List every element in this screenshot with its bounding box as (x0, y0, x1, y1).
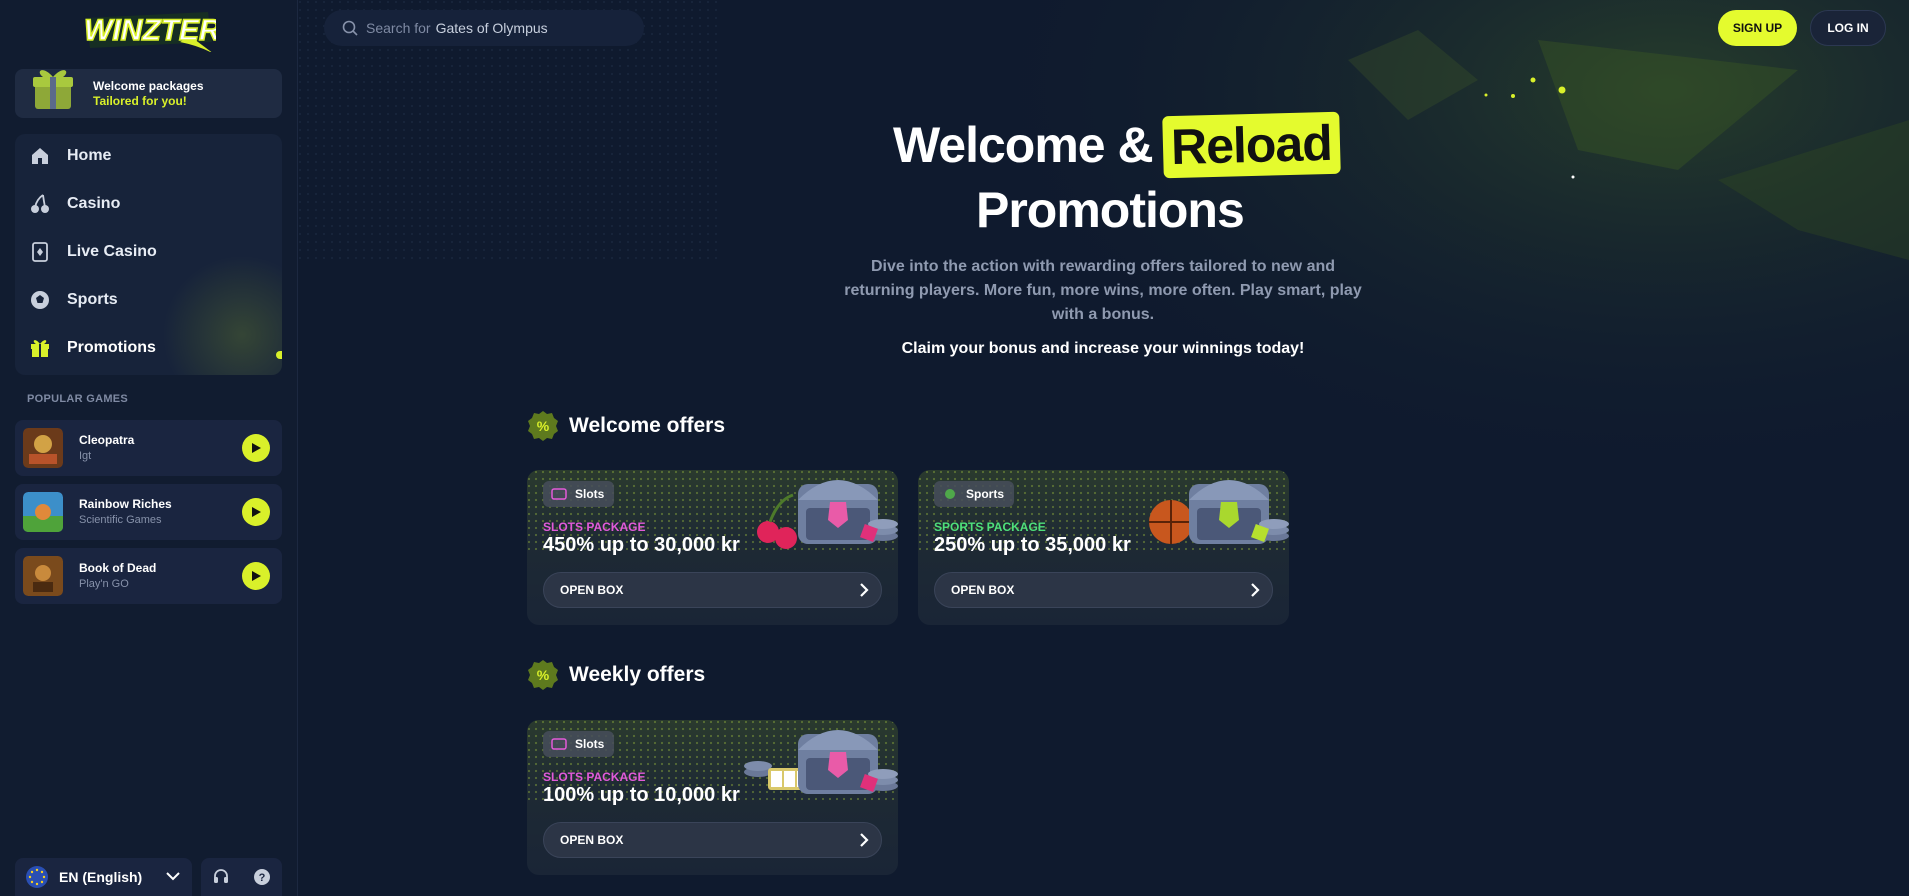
game-thumbnail (23, 492, 63, 532)
tag-label: Slots (575, 737, 605, 751)
nav-item-label: Home (67, 147, 112, 164)
game-name: Cleopatra (79, 433, 135, 447)
svg-text:?: ? (258, 872, 265, 884)
play-button[interactable] (242, 498, 270, 526)
play-icon (252, 443, 261, 453)
headset-icon[interactable] (212, 868, 230, 886)
signup-button[interactable]: SIGN UP (1718, 10, 1797, 46)
slots-icon (551, 738, 567, 750)
nav-item-label: Casino (67, 195, 121, 212)
nav-item-casino[interactable]: Casino (15, 182, 282, 226)
tag-label: Sports (966, 487, 1005, 501)
package-amount: 250% up to 35,000 kr (934, 534, 1131, 556)
nav-item-live-casino[interactable]: Live Casino (15, 230, 282, 274)
cherries-icon (29, 193, 51, 215)
hero-title-highlight: Reload (1161, 111, 1341, 179)
search-icon (342, 20, 358, 36)
open-box-button[interactable]: OPEN BOX (934, 572, 1273, 608)
offer-card-sports-welcome: Sports SPORTS PACKAGE 250% up to 35,000 … (918, 470, 1289, 625)
package-amount: 100% up to 10,000 kr (543, 784, 740, 806)
nav-item-promotions[interactable]: Promotions (15, 326, 282, 370)
home-icon (29, 145, 51, 167)
play-icon (252, 571, 261, 581)
category-tag: Sports (934, 481, 1015, 507)
hero-claim: Claim your bonus and increase your winni… (901, 340, 1305, 357)
package-label: SLOTS PACKAGE (543, 770, 646, 784)
support-tools: ? (201, 858, 282, 896)
active-indicator (276, 351, 282, 359)
chevron-down-icon (166, 868, 180, 886)
open-box-button[interactable]: OPEN BOX (543, 572, 882, 608)
offer-card-slots-welcome: Slots SLOTS PACKAGE 450% up to 30,000 kr… (527, 470, 898, 625)
percent-badge-icon: % (528, 660, 558, 690)
package-label: SLOTS PACKAGE (543, 520, 646, 534)
nav-item-label: Live Casino (67, 243, 157, 260)
soccer-ball-icon (29, 289, 51, 311)
section-title: Welcome offers (569, 414, 725, 437)
svg-text:%: % (537, 418, 550, 434)
language-selector[interactable]: EN (English) (15, 858, 192, 896)
offer-card-slots-weekly: Slots SLOTS PACKAGE 100% up to 10,000 kr… (527, 720, 898, 875)
game-thumbnail (23, 428, 63, 468)
game-row-book-of-dead[interactable]: Book of Dead Play'n GO (15, 548, 282, 604)
cards-icon (29, 241, 51, 263)
hero-title-line1: Welcome & Reload (893, 111, 1341, 179)
game-name: Rainbow Riches (79, 497, 172, 511)
play-button[interactable] (242, 434, 270, 462)
nav-item-sports[interactable]: Sports (15, 278, 282, 322)
game-provider: Play'n GO (79, 578, 129, 590)
welcome-offers-heading: % Welcome offers (527, 410, 725, 442)
category-tag: Slots (543, 481, 615, 507)
winzter-logo[interactable]: WINZTER (80, 8, 216, 52)
game-thumbnail (23, 556, 63, 596)
chevron-right-icon (1250, 582, 1260, 598)
main-nav: Home Casino Live Casino Sports Promotion… (15, 134, 282, 375)
chevron-right-icon (859, 832, 869, 848)
login-button[interactable]: LOG IN (1810, 10, 1886, 46)
svg-text:%: % (537, 667, 550, 683)
play-button[interactable] (242, 562, 270, 590)
gift-icon (29, 337, 51, 359)
chevron-right-icon (859, 582, 869, 598)
nav-item-home[interactable]: Home (15, 134, 282, 178)
eu-flag-icon (26, 866, 48, 888)
game-provider: Scientific Games (79, 514, 162, 526)
search-suggestion: Gates of Olympus (435, 20, 548, 36)
gift-box-icon (33, 69, 73, 109)
section-title: Weekly offers (569, 663, 706, 686)
welcome-packages-subtitle: Tailored for you! (93, 93, 187, 108)
package-label: SPORTS PACKAGE (934, 520, 1046, 534)
package-amount: 450% up to 30,000 kr (543, 534, 740, 556)
open-box-label: OPEN BOX (560, 833, 624, 847)
open-box-button[interactable]: OPEN BOX (543, 822, 882, 858)
weekly-offers-heading: % Weekly offers (527, 659, 705, 691)
percent-badge-icon: % (528, 411, 558, 441)
game-provider: Igt (79, 450, 92, 462)
search-prefix: Search for (366, 20, 431, 36)
help-icon[interactable]: ? (253, 868, 271, 886)
sports-icon (945, 489, 955, 499)
game-name: Book of Dead (79, 561, 157, 575)
nav-item-label: Sports (67, 291, 118, 308)
sidebar: WINZTER Welcome packages Tailored for yo… (0, 0, 298, 896)
welcome-packages-banner[interactable]: Welcome packages Tailored for you! (15, 69, 282, 118)
popular-games-title: POPULAR GAMES (27, 393, 129, 405)
category-tag: Slots (543, 731, 615, 757)
welcome-packages-title: Welcome packages (93, 78, 204, 93)
game-row-rainbow-riches[interactable]: Rainbow Riches Scientific Games (15, 484, 282, 540)
search-input[interactable]: Search for Gates of Olympus (324, 10, 644, 46)
nav-item-label: Promotions (67, 339, 156, 356)
hero-description: Dive into the action with rewarding offe… (844, 258, 1362, 323)
open-box-label: OPEN BOX (951, 583, 1015, 597)
logo-text: WINZTER (84, 14, 216, 47)
tag-label: Slots (575, 487, 605, 501)
open-box-label: OPEN BOX (560, 583, 624, 597)
hero-title-part1: Welcome & (893, 117, 1154, 173)
language-label: EN (English) (59, 869, 143, 885)
hero-title-line2: Promotions (976, 182, 1245, 238)
play-icon (252, 507, 261, 517)
game-row-cleopatra[interactable]: Cleopatra Igt (15, 420, 282, 476)
slots-icon (551, 488, 567, 500)
